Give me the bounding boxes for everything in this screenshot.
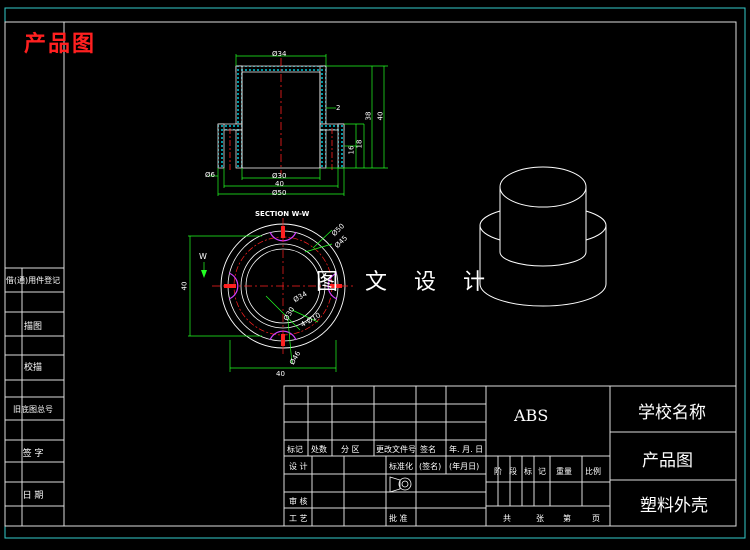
projection-symbol: [389, 476, 412, 493]
watermark-text: 图 文 设 计: [316, 270, 495, 295]
dim-front-d6: Ø6: [205, 171, 215, 179]
dim-front-h38: 38: [364, 111, 373, 121]
dim-section-h40: 40: [180, 281, 189, 291]
part-name: 塑料外壳: [640, 496, 708, 516]
dim-front-d50: Ø50: [272, 189, 287, 197]
tb-sign-label: (签名): [419, 462, 442, 471]
tb-stage-4: 记: [538, 467, 546, 476]
material-text: ABS: [514, 406, 549, 425]
dim-front-h40: 40: [376, 111, 385, 121]
side-label-borrowed-register: 借(通)用件登记: [5, 276, 61, 285]
tb-footer-no: 第: [563, 514, 571, 523]
dim-front-h18: 18: [355, 139, 364, 149]
dim-front-h16: 16: [347, 145, 356, 155]
tb-header-date: 年. 月. 日: [449, 445, 484, 454]
tb-date-label: (年月日): [449, 462, 480, 471]
tb-approve-label: 批 准: [389, 514, 408, 523]
tb-footer-total: 共: [503, 514, 511, 523]
side-label-tracing: 描图: [23, 322, 42, 332]
tb-review-label: 审 核: [289, 497, 308, 506]
tb-stage-2: 段: [509, 467, 517, 476]
dim-front-d30: Ø30: [272, 172, 287, 180]
section-mark: W: [199, 252, 207, 261]
isometric-view: [479, 166, 607, 307]
dim-front-w40: 40: [275, 180, 284, 188]
tb-stage-1: 阶: [494, 467, 502, 476]
side-label-check-tracing: 校描: [23, 363, 42, 373]
tb-scale: 比例: [585, 467, 601, 476]
dim-front-t2: 2: [336, 104, 341, 112]
tb-header-mark: 标记: [287, 445, 303, 454]
tb-header-sign: 签名: [420, 445, 436, 454]
tb-design-label: 设 计: [289, 462, 308, 471]
side-label-old-drawing-no: 旧底图总号: [13, 405, 53, 414]
side-label-date: 日 期: [22, 491, 44, 501]
drawing-caption: 产品图: [24, 32, 97, 57]
tb-header-count: 处数: [311, 445, 327, 454]
tb-header-zone: 分 区: [341, 445, 360, 454]
side-label-signature: 签 字: [22, 449, 44, 459]
drawing-sheet: 产品图 图 文 设 计 SECTION W-W W Ø34 2 38 40 16…: [0, 0, 750, 550]
drawing-name: 产品图: [642, 451, 693, 471]
dim-section-w40: 40: [276, 370, 285, 378]
tb-weight: 重量: [556, 467, 572, 476]
tb-standard-label: 标准化: [389, 462, 413, 471]
tb-footer-page: 页: [592, 514, 600, 523]
dim-front-d34: Ø34: [272, 50, 287, 58]
section-label: SECTION W-W: [255, 210, 310, 218]
tb-header-change-file: 更改文件号: [376, 445, 416, 454]
tb-process-label: 工 艺: [289, 514, 308, 523]
school-name: 学校名称: [638, 403, 706, 423]
tb-footer-sheets: 张: [536, 514, 544, 523]
front-section-view: [208, 54, 388, 196]
tb-stage-3: 标: [524, 467, 532, 476]
